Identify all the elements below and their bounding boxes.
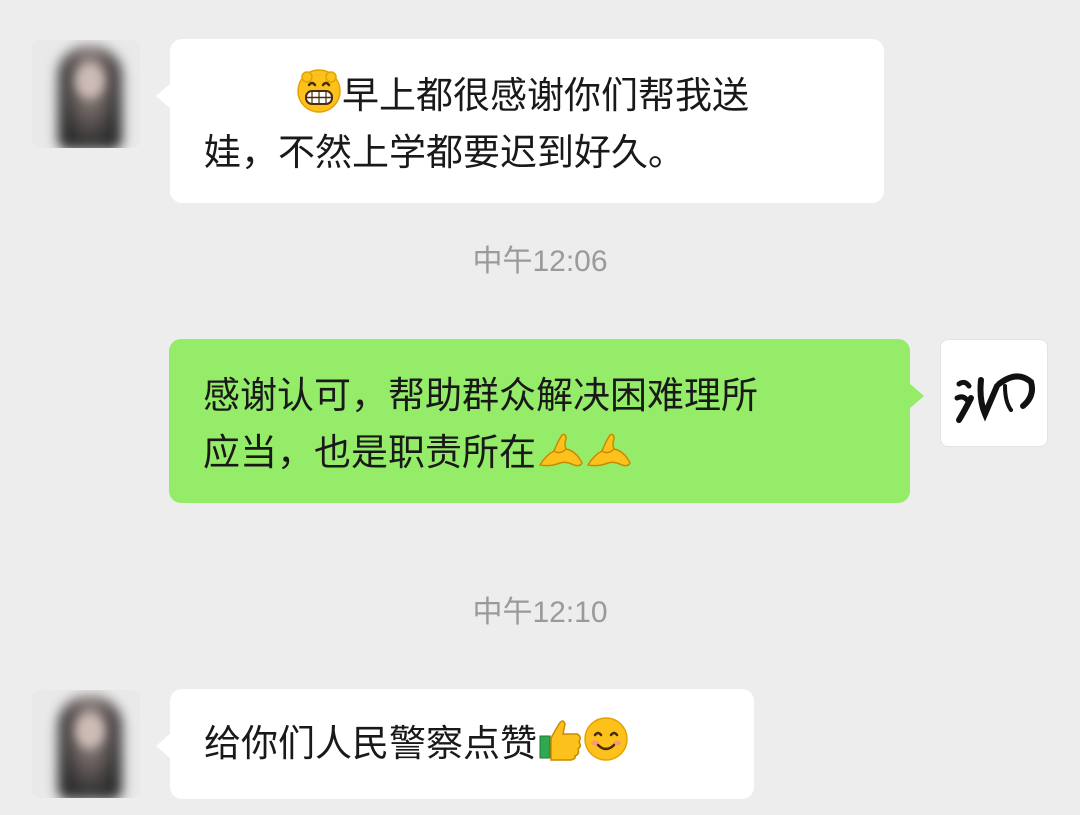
smiling-face-icon [584,717,628,761]
message-line: 娃，不然上学都要迟到好久。 [204,131,685,174]
avatar-face [76,714,104,748]
message-text: 早上都很感谢你们帮我送 [342,74,749,117]
message-line: 应当，也是职责所在 [203,424,910,481]
message-line: 感谢认可，帮助群众解决困难理所 [203,374,758,417]
message-bubble-incoming[interactable]: 给你们人民警察点赞 [156,689,754,799]
contact-avatar[interactable] [32,690,140,798]
message-bubble-incoming[interactable]: 早上都很感谢你们帮我送 娃，不然上学都要迟到好久。 [156,39,884,203]
message-line: 早上都很感谢你们帮我送 [204,67,884,124]
message-text: 给你们人民警察点赞 [204,722,537,765]
chat-window: 早上都很感谢你们帮我送 娃，不然上学都要迟到好久。 中午12:06 感谢认可，帮… [0,0,1080,815]
avatar-face [76,64,104,98]
thumbs-up-icon [539,720,582,761]
message-timestamp: 中午12:10 [472,596,608,629]
message-line: 给你们人民警察点赞 [204,715,754,772]
message-bubble-outgoing[interactable]: 感谢认可，帮助群众解决困难理所 应当，也是职责所在 [169,339,924,503]
self-avatar[interactable] [940,339,1048,447]
calligraphy-logo-icon [954,373,1035,423]
message-timestamp: 中午12:06 [472,245,608,278]
grinning-face-icon [297,69,341,113]
contact-avatar[interactable] [32,40,140,148]
ok-hand-icon [586,433,631,467]
ok-hand-icon [538,433,583,467]
message-text: 应当，也是职责所在 [203,431,536,474]
